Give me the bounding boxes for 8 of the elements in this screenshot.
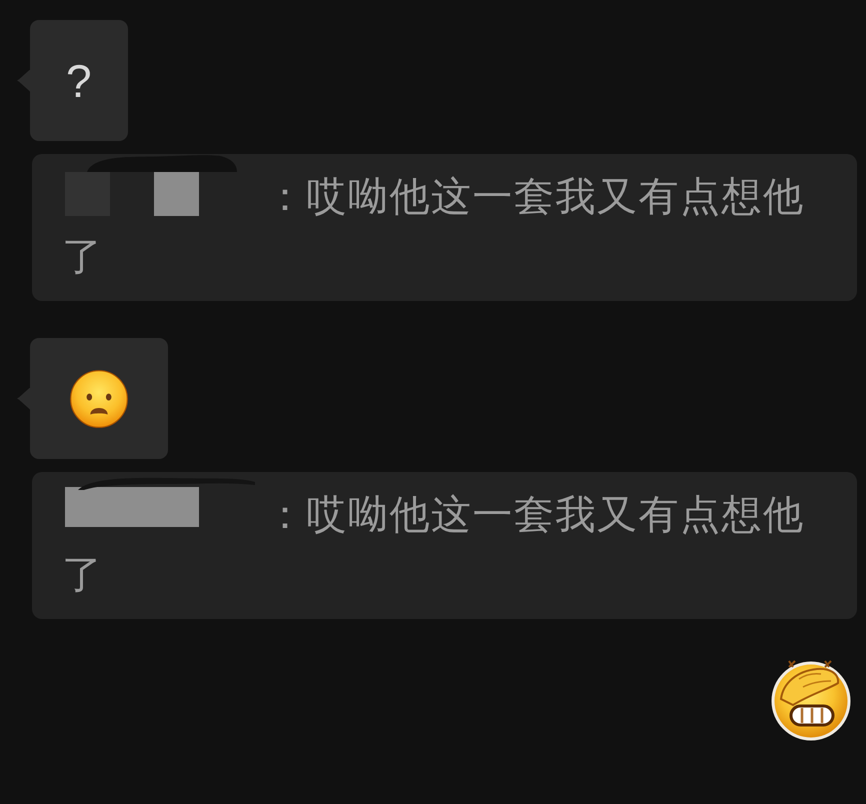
quote-text: ：哎呦他这一套我又有点想他 <box>265 173 804 222</box>
redaction-block <box>154 172 199 216</box>
message-text: ? <box>66 58 92 104</box>
quote-text: ：哎呦他这一套我又有点想他 <box>265 491 804 540</box>
frowning-face-icon <box>70 370 128 428</box>
redaction-block <box>65 172 110 216</box>
quote-text: 了 <box>62 233 104 282</box>
quote-text: 了 <box>62 551 104 600</box>
